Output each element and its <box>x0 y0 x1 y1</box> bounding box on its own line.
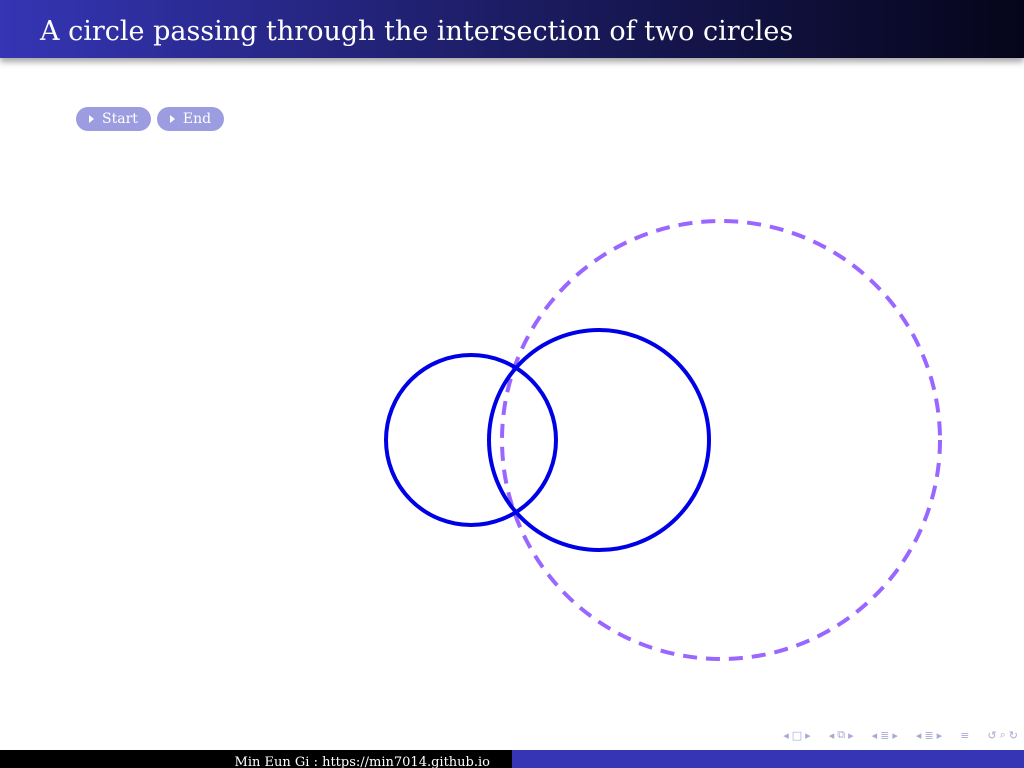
footer-bar: Min Eun Gi : https://min7014.github.io <box>0 750 1024 768</box>
nav-document-icon[interactable]: ≡ <box>960 729 969 742</box>
large-solid-circle <box>487 328 711 552</box>
nav-next-section-icon[interactable]: ▸ <box>937 729 943 742</box>
nav-next-frame-icon[interactable]: ▸ <box>848 729 854 742</box>
nav-subsection-icon[interactable]: ≣ <box>880 729 889 742</box>
nav-section-icon[interactable]: ≣ <box>924 729 933 742</box>
nav-frame-icon[interactable]: ⧉ <box>837 728 845 742</box>
nav-undo-icon[interactable]: ↺ <box>987 729 996 742</box>
nav-prev-section-icon[interactable]: ◂ <box>916 729 922 742</box>
nav-prev-slide-icon[interactable]: ◂ <box>783 729 789 742</box>
dashed-circle-through-intersections <box>500 219 942 661</box>
nav-search-icon[interactable]: ⌕ <box>1000 728 1006 742</box>
footer-right-band <box>512 750 1024 768</box>
footer-author: Min Eun Gi : https://min7014.github.io <box>0 750 512 768</box>
geometry-figure <box>384 219 942 661</box>
nav-next-slide-icon[interactable]: ▸ <box>805 729 811 742</box>
nav-prev-frame-icon[interactable]: ◂ <box>829 729 835 742</box>
nav-slide-icon[interactable]: □ <box>792 729 802 742</box>
small-solid-circle <box>384 353 558 527</box>
nav-prev-subsection-icon[interactable]: ◂ <box>872 729 878 742</box>
nav-redo-icon[interactable]: ↻ <box>1009 729 1018 742</box>
beamer-navigation-bar: ◂ □ ▸ ◂ ⧉ ▸ ◂ ≣ ▸ ◂ ≣ ▸ ≡ ↺ ⌕ ↻ <box>783 726 1018 744</box>
nav-next-subsection-icon[interactable]: ▸ <box>892 729 898 742</box>
